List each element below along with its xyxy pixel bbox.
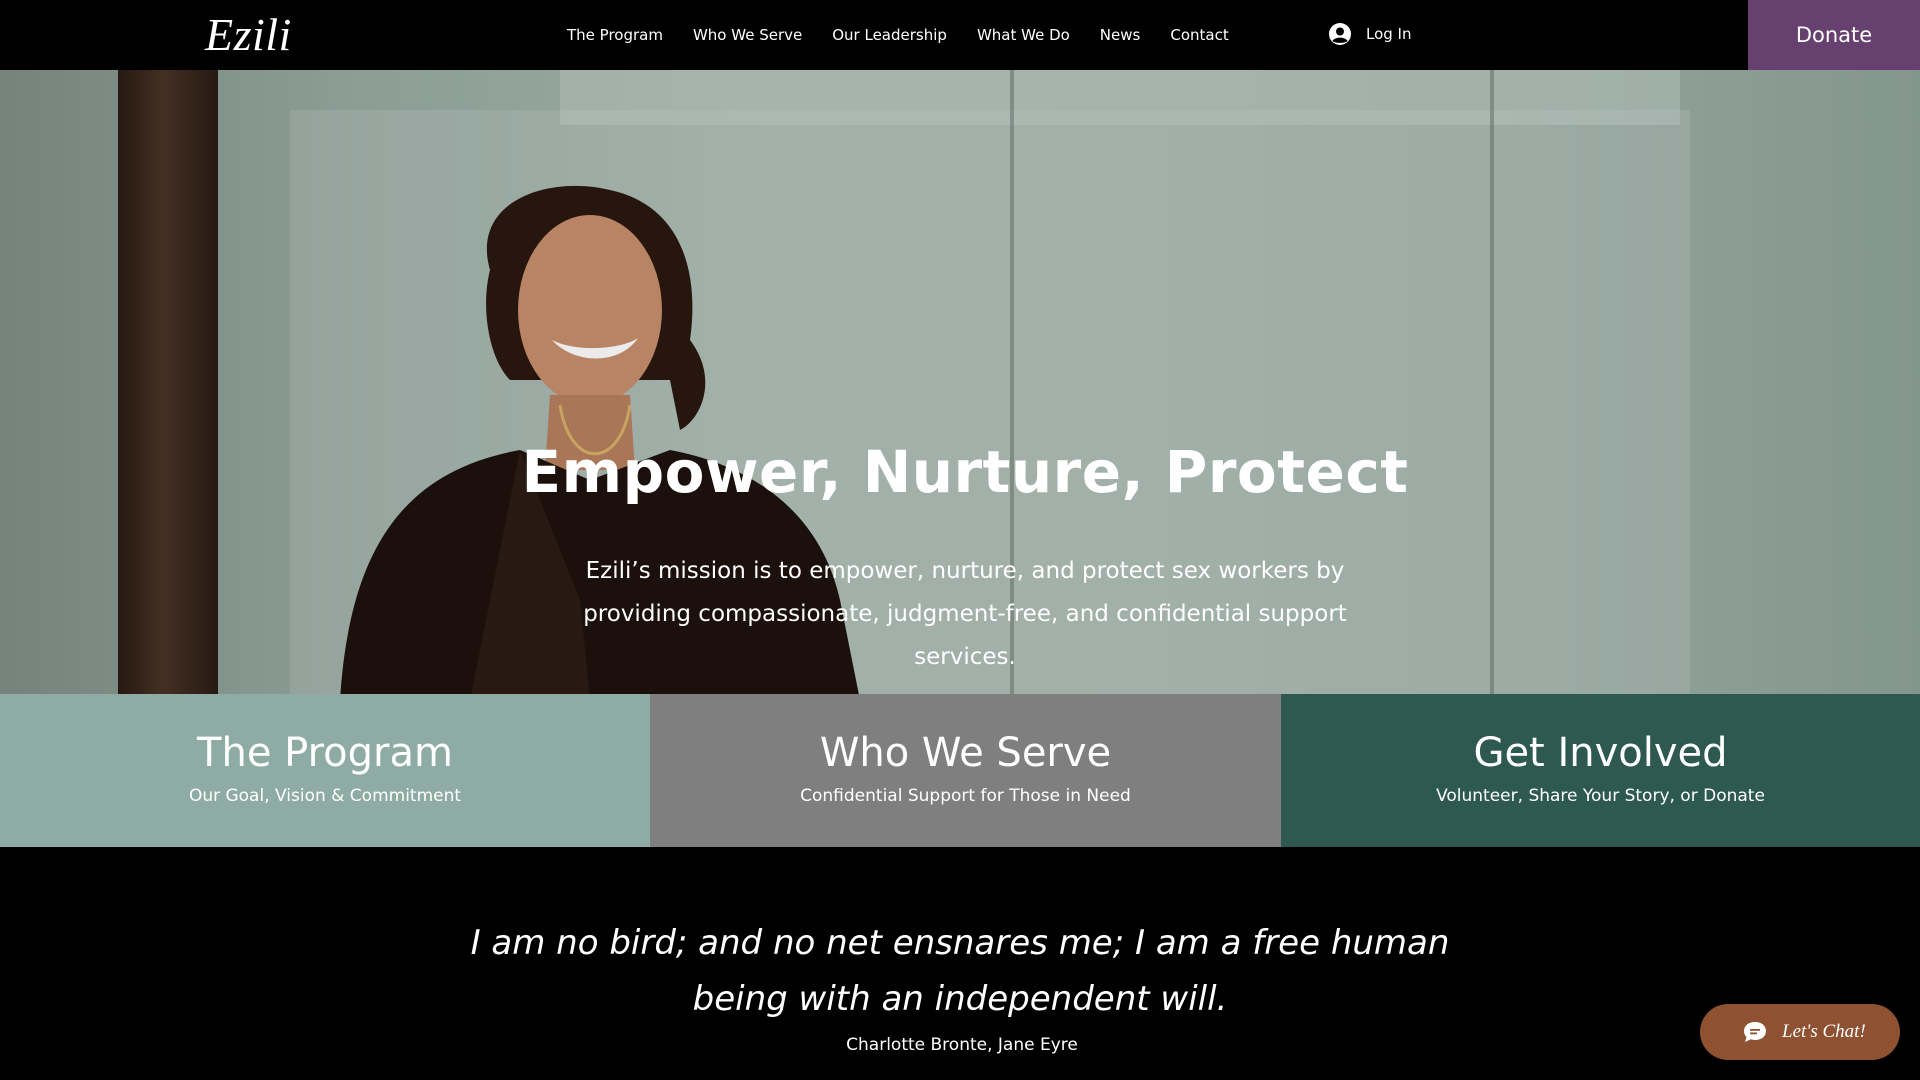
- user-avatar-icon: [1329, 23, 1351, 45]
- box-the-program[interactable]: The Program Our Goal, Vision & Commitmen…: [0, 694, 650, 847]
- donate-button[interactable]: Donate: [1748, 0, 1920, 70]
- box-subtitle: Confidential Support for Those in Need: [800, 786, 1131, 806]
- site-logo[interactable]: Ezili: [205, 8, 292, 61]
- site-header: Ezili The Program Who We Serve Our Leade…: [0, 0, 1920, 70]
- hero-mission-text: Ezili’s mission is to empower, nurture, …: [583, 558, 1347, 670]
- quote-text: I am no bird; and no net ensnares me; I …: [470, 923, 1450, 1019]
- box-title: The Program: [197, 730, 453, 776]
- nav-item-the-program[interactable]: The Program: [552, 26, 678, 44]
- box-title: Who We Serve: [819, 730, 1112, 776]
- nav-item-our-leadership[interactable]: Our Leadership: [817, 26, 962, 44]
- chat-label: Let's Chat!: [1782, 1021, 1866, 1042]
- login-button[interactable]: Log In: [1328, 22, 1412, 46]
- box-subtitle: Volunteer, Share Your Story, or Donate: [1436, 786, 1765, 806]
- quote-author: Charlotte Bronte, Jane Eyre: [846, 1035, 1078, 1055]
- box-get-involved[interactable]: Get Involved Volunteer, Share Your Story…: [1281, 694, 1920, 847]
- nav-item-what-we-do[interactable]: What We Do: [962, 26, 1085, 44]
- chat-button[interactable]: Let's Chat!: [1700, 1004, 1900, 1060]
- hero-section: Empower, Nurture, Protect Ezili’s missio…: [0, 70, 1920, 694]
- quote-section: I am no bird; and no net ensnares me; I …: [0, 847, 1920, 1080]
- box-who-we-serve[interactable]: Who We Serve Confidential Support for Th…: [650, 694, 1281, 847]
- nav-item-who-we-serve[interactable]: Who We Serve: [678, 26, 817, 44]
- feature-boxes: The Program Our Goal, Vision & Commitmen…: [0, 694, 1920, 847]
- nav-item-contact[interactable]: Contact: [1155, 26, 1243, 44]
- hero-title: Empower, Nurture, Protect: [521, 438, 1409, 506]
- main-nav: The Program Who We Serve Our Leadership …: [552, 0, 1244, 70]
- chat-bubble-icon: [1744, 1022, 1766, 1042]
- login-label: Log In: [1366, 25, 1412, 43]
- nav-item-news[interactable]: News: [1085, 26, 1156, 44]
- box-title: Get Involved: [1473, 730, 1728, 776]
- box-subtitle: Our Goal, Vision & Commitment: [188, 786, 462, 806]
